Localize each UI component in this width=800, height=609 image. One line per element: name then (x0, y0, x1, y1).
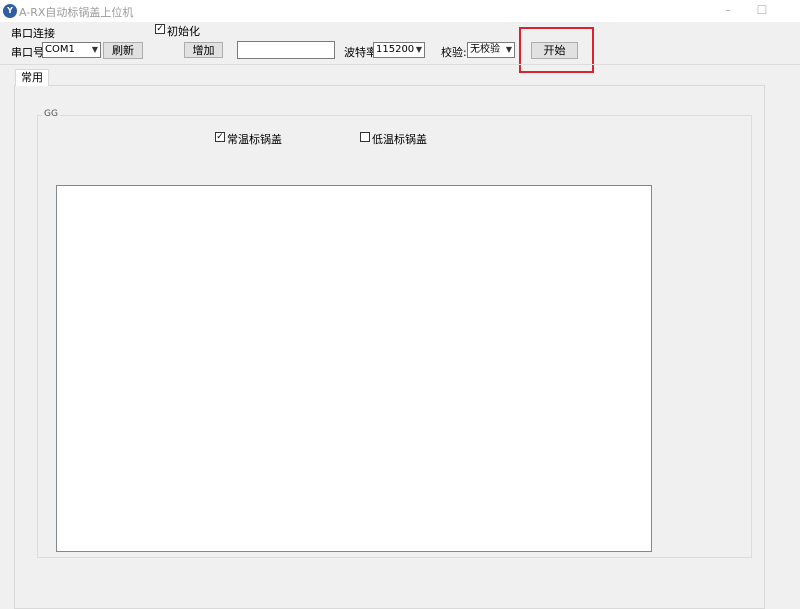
chevron-down-icon: ▼ (505, 45, 512, 54)
app-icon: Y (3, 4, 17, 18)
title-bar: Y A-RX自动标锅盖上位机 – ☐ (0, 0, 800, 22)
normal-temp-checkbox[interactable]: ✓ (215, 132, 225, 142)
parity-label: 校验: (441, 46, 467, 59)
init-checkbox[interactable]: ✓ (155, 24, 165, 34)
refresh-button[interactable]: 刷新 (103, 42, 143, 59)
baud-value: 115200 (376, 44, 415, 55)
low-temp-label: 低温标锅盖 (372, 133, 427, 146)
tab-common[interactable]: 常用 (15, 69, 49, 86)
highlight-box (519, 27, 594, 73)
checkmark-icon: ✓ (216, 132, 224, 142)
init-checkbox-label: 初始化 (167, 25, 200, 38)
port-select[interactable]: COM1 ▼ (42, 42, 101, 58)
chevron-down-icon: ▼ (91, 45, 98, 54)
checkmark-icon: ✓ (156, 24, 164, 34)
maximize-icon[interactable]: ☐ (752, 1, 772, 19)
add-button[interactable]: 增加 (184, 42, 223, 58)
group-title: GG (42, 109, 60, 119)
normal-temp-label: 常温标锅盖 (227, 133, 282, 146)
chevron-down-icon: ▼ (415, 45, 422, 54)
output-panel[interactable] (56, 185, 652, 552)
minimize-icon[interactable]: – (718, 1, 738, 19)
text-input[interactable] (237, 41, 335, 59)
serial-group-label: 串口连接 (11, 27, 55, 40)
low-temp-checkbox[interactable] (360, 132, 370, 142)
baud-select[interactable]: 115200 ▼ (373, 42, 425, 58)
divider (0, 64, 800, 65)
parity-value: 无校验 (470, 44, 500, 55)
window-title: A-RX自动标锅盖上位机 (19, 6, 134, 19)
parity-select[interactable]: 无校验 ▼ (467, 42, 515, 58)
port-value: COM1 (45, 44, 75, 55)
